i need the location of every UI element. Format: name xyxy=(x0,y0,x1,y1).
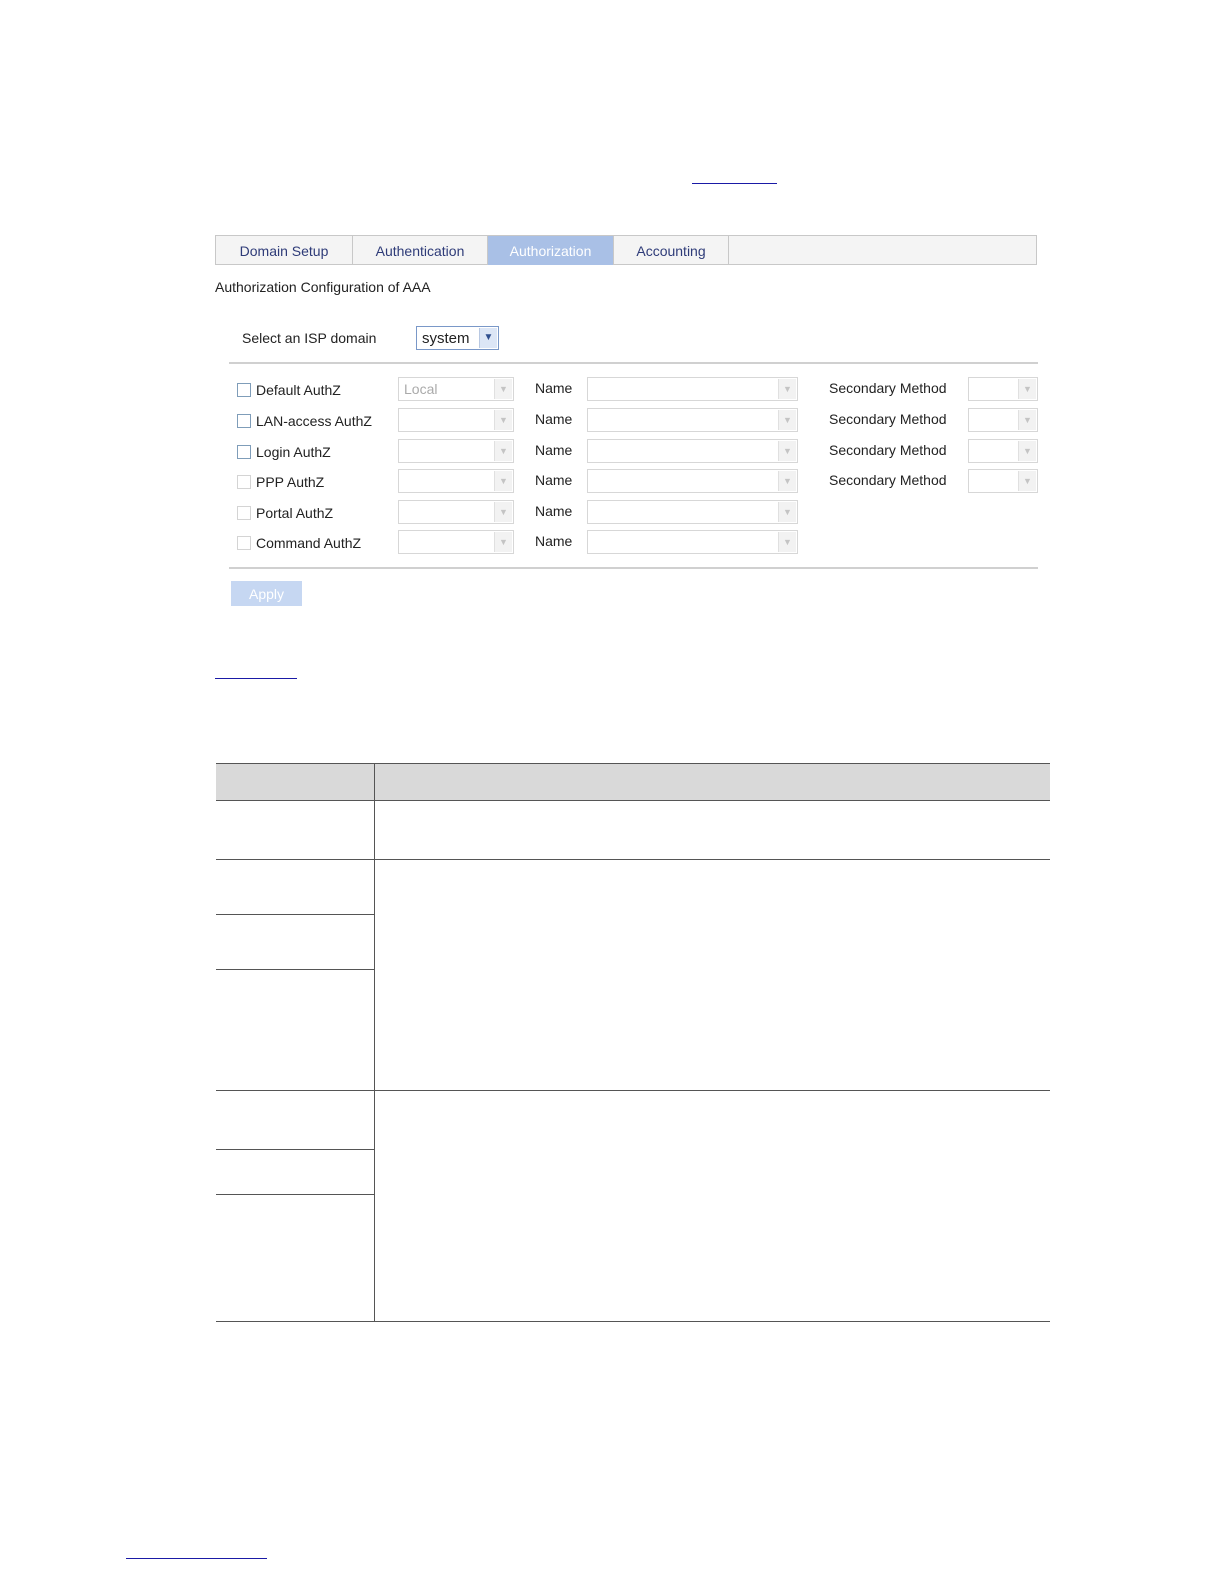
tab-domain-setup[interactable]: Domain Setup xyxy=(216,236,353,265)
authz-row-default: Default AuthZ Local ▼ Name ▼ Secondary M… xyxy=(0,377,1224,405)
secondary-method-label: Secondary Method xyxy=(829,442,947,458)
chevron-down-icon: ▼ xyxy=(494,410,512,430)
isp-domain-select[interactable]: system ▼ xyxy=(416,326,499,350)
lan-access-authz-method-select[interactable]: ▼ xyxy=(398,408,514,432)
divider xyxy=(229,362,1038,364)
name-label: Name xyxy=(535,442,573,458)
chevron-down-icon: ▼ xyxy=(1018,410,1036,430)
portal-authz-checkbox[interactable] xyxy=(237,506,251,520)
lan-access-authz-checkbox[interactable] xyxy=(237,414,251,428)
lan-access-authz-secondary-select[interactable]: ▼ xyxy=(968,408,1038,432)
table-rule xyxy=(216,1149,374,1150)
lan-access-authz-name-select[interactable]: ▼ xyxy=(587,408,798,432)
table-rule xyxy=(216,1321,1050,1322)
secondary-method-label: Secondary Method xyxy=(829,380,947,396)
row-label: LAN-access AuthZ xyxy=(256,413,372,429)
row-label: Command AuthZ xyxy=(256,535,362,551)
default-authz-secondary-select[interactable]: ▼ xyxy=(968,377,1038,401)
name-label: Name xyxy=(535,533,573,549)
command-authz-method-select[interactable]: ▼ xyxy=(398,530,514,554)
authz-row-ppp: PPP AuthZ ▼ Name ▼ Secondary Method ▼ xyxy=(0,469,1224,497)
chevron-down-icon: ▼ xyxy=(778,441,796,461)
table-header xyxy=(216,764,1050,800)
login-authz-secondary-select[interactable]: ▼ xyxy=(968,439,1038,463)
chevron-down-icon: ▼ xyxy=(778,532,796,552)
ppp-authz-method-select[interactable]: ▼ xyxy=(398,469,514,493)
chevron-down-icon: ▼ xyxy=(494,379,512,399)
login-authz-name-select[interactable]: ▼ xyxy=(587,439,798,463)
name-label: Name xyxy=(535,380,573,396)
secondary-method-label: Secondary Method xyxy=(829,411,947,427)
default-authz-method-select[interactable]: Local ▼ xyxy=(398,377,514,401)
login-authz-checkbox[interactable] xyxy=(237,445,251,459)
authz-row-lan-access: LAN-access AuthZ ▼ Name ▼ Secondary Meth… xyxy=(0,408,1224,436)
chevron-down-icon: ▼ xyxy=(494,502,512,522)
tab-accounting[interactable]: Accounting xyxy=(614,236,729,265)
name-label: Name xyxy=(535,503,573,519)
portal-authz-name-select[interactable]: ▼ xyxy=(587,500,798,524)
link-underline[interactable] xyxy=(692,183,777,184)
chevron-down-icon: ▼ xyxy=(778,410,796,430)
isp-domain-label: Select an ISP domain xyxy=(242,330,377,346)
portal-authz-method-select[interactable]: ▼ xyxy=(398,500,514,524)
chevron-down-icon: ▼ xyxy=(1018,379,1036,399)
method-value: Local xyxy=(404,381,438,397)
row-label: Portal AuthZ xyxy=(256,505,334,521)
chevron-down-icon: ▼ xyxy=(1018,471,1036,491)
secondary-method-label: Secondary Method xyxy=(829,472,947,488)
tab-authentication[interactable]: Authentication xyxy=(353,236,488,265)
default-authz-name-select[interactable]: ▼ xyxy=(587,377,798,401)
table-column-divider xyxy=(374,764,375,1321)
row-label: Default AuthZ xyxy=(256,382,341,398)
chevron-down-icon: ▼ xyxy=(479,328,497,348)
chevron-down-icon: ▼ xyxy=(778,502,796,522)
table-rule xyxy=(216,969,374,970)
name-label: Name xyxy=(535,411,573,427)
table-rule xyxy=(216,763,1050,764)
table-rule xyxy=(216,914,374,915)
ppp-authz-checkbox[interactable] xyxy=(237,475,251,489)
isp-domain-value: system xyxy=(422,330,470,347)
ppp-authz-name-select[interactable]: ▼ xyxy=(587,469,798,493)
default-authz-checkbox[interactable] xyxy=(237,383,251,397)
divider xyxy=(229,567,1038,569)
tab-authorization[interactable]: Authorization xyxy=(488,236,614,265)
command-authz-checkbox[interactable] xyxy=(237,536,251,550)
chevron-down-icon: ▼ xyxy=(778,471,796,491)
authz-row-login: Login AuthZ ▼ Name ▼ Secondary Method ▼ xyxy=(0,439,1224,467)
authz-row-portal: Portal AuthZ ▼ Name ▼ xyxy=(0,500,1224,528)
table-rule xyxy=(216,800,1050,801)
ppp-authz-secondary-select[interactable]: ▼ xyxy=(968,469,1038,493)
table-rule xyxy=(216,1194,374,1195)
table-rule xyxy=(216,859,1050,860)
chevron-down-icon: ▼ xyxy=(494,441,512,461)
table-rule xyxy=(216,1090,1050,1091)
chevron-down-icon: ▼ xyxy=(494,532,512,552)
tab-bar: Domain Setup Authentication Authorizatio… xyxy=(215,235,1037,265)
link-underline[interactable] xyxy=(126,1558,267,1559)
command-authz-name-select[interactable]: ▼ xyxy=(587,530,798,554)
link-underline[interactable] xyxy=(215,678,297,679)
chevron-down-icon: ▼ xyxy=(778,379,796,399)
row-label: Login AuthZ xyxy=(256,444,331,460)
login-authz-method-select[interactable]: ▼ xyxy=(398,439,514,463)
chevron-down-icon: ▼ xyxy=(494,471,512,491)
authz-row-command: Command AuthZ ▼ Name ▼ xyxy=(0,530,1224,558)
section-title: Authorization Configuration of AAA xyxy=(215,279,431,295)
name-label: Name xyxy=(535,472,573,488)
apply-button[interactable]: Apply xyxy=(231,581,302,606)
chevron-down-icon: ▼ xyxy=(1018,441,1036,461)
row-label: PPP AuthZ xyxy=(256,474,325,490)
